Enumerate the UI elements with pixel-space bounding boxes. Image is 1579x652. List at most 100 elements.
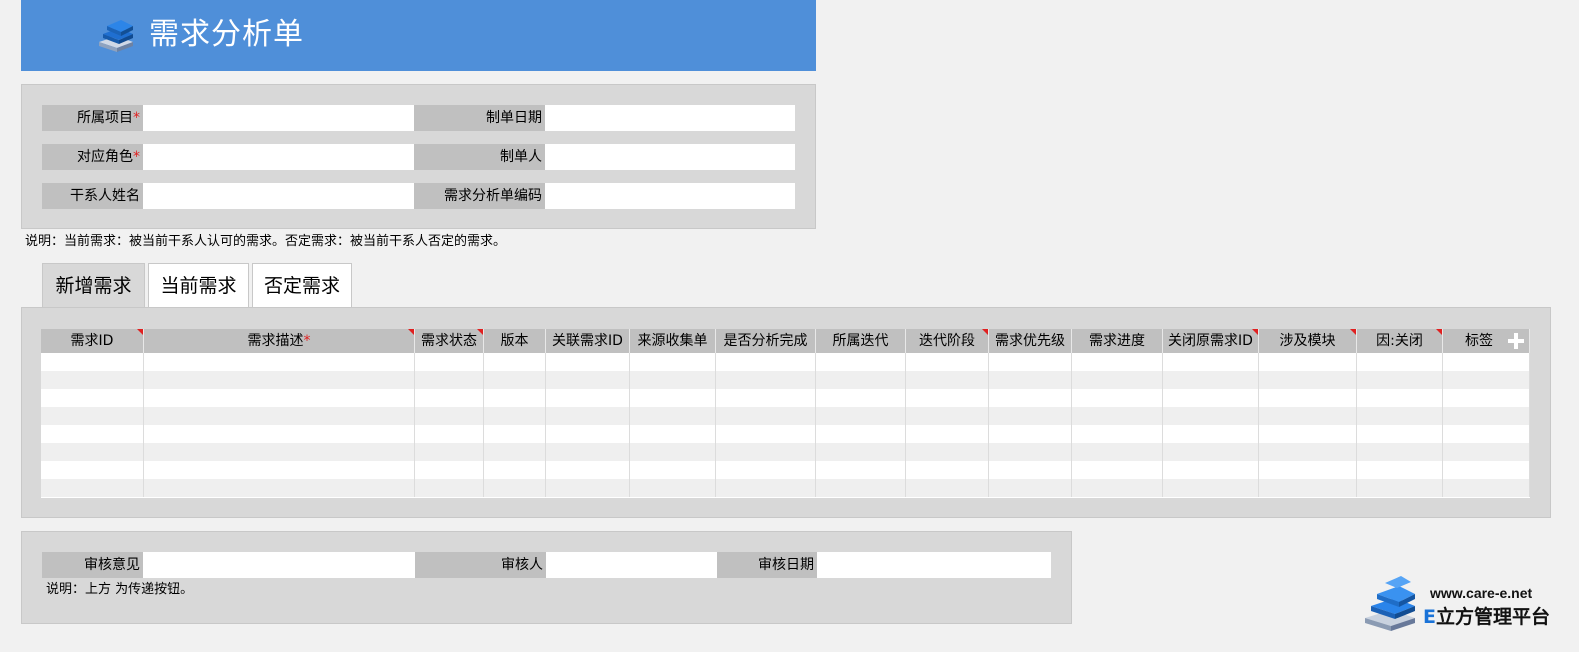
column-header[interactable]: 需求优先级 [989, 329, 1072, 353]
column-header[interactable]: 需求ID [41, 329, 144, 353]
table-cell[interactable] [41, 407, 144, 425]
table-cell[interactable] [1443, 389, 1530, 407]
table-cell[interactable] [906, 479, 989, 497]
table-cell[interactable] [484, 371, 546, 389]
table-cell[interactable] [1357, 425, 1443, 443]
table-cell[interactable] [41, 443, 144, 461]
table-cell[interactable] [41, 425, 144, 443]
table-cell[interactable] [546, 479, 630, 497]
table-cell[interactable] [1259, 407, 1357, 425]
table-cell[interactable] [41, 479, 144, 497]
column-header[interactable]: 标签 [1443, 329, 1530, 353]
table-cell[interactable] [546, 389, 630, 407]
table-cell[interactable] [906, 425, 989, 443]
code-input[interactable] [545, 183, 795, 209]
table-cell[interactable] [906, 407, 989, 425]
table-cell[interactable] [1072, 353, 1163, 371]
table-cell[interactable] [906, 443, 989, 461]
table-cell[interactable] [144, 389, 415, 407]
table-cell[interactable] [716, 407, 816, 425]
table-cell[interactable] [41, 389, 144, 407]
table-cell[interactable] [415, 425, 484, 443]
table-cell[interactable] [989, 425, 1072, 443]
table-cell[interactable] [1357, 407, 1443, 425]
review-opinion-input[interactable] [143, 552, 415, 578]
table-cell[interactable] [906, 389, 989, 407]
tab-current-requirements[interactable]: 当前需求 [148, 263, 249, 308]
table-cell[interactable] [415, 479, 484, 497]
table-cell[interactable] [716, 479, 816, 497]
table-cell[interactable] [1357, 371, 1443, 389]
table-cell[interactable] [1072, 461, 1163, 479]
table-cell[interactable] [816, 371, 906, 389]
table-cell[interactable] [630, 371, 716, 389]
table-cell[interactable] [1072, 371, 1163, 389]
table-cell[interactable] [989, 461, 1072, 479]
tab-rejected-requirements[interactable]: 否定需求 [252, 263, 352, 308]
table-cell[interactable] [144, 461, 415, 479]
table-cell[interactable] [144, 353, 415, 371]
table-cell[interactable] [816, 479, 906, 497]
table-cell[interactable] [1163, 461, 1259, 479]
table-cell[interactable] [484, 425, 546, 443]
review-date-input[interactable] [817, 552, 1051, 578]
column-header[interactable]: 需求进度 [1072, 329, 1163, 353]
table-cell[interactable] [1072, 407, 1163, 425]
table-cell[interactable] [630, 461, 716, 479]
table-cell[interactable] [1357, 353, 1443, 371]
table-cell[interactable] [1443, 407, 1530, 425]
table-cell[interactable] [1357, 461, 1443, 479]
table-cell[interactable] [144, 479, 415, 497]
table-cell[interactable] [716, 461, 816, 479]
table-cell[interactable] [1259, 461, 1357, 479]
table-cell[interactable] [989, 479, 1072, 497]
table-cell[interactable] [1443, 479, 1530, 497]
table-cell[interactable] [546, 461, 630, 479]
table-cell[interactable] [816, 443, 906, 461]
table-cell[interactable] [630, 443, 716, 461]
table-cell[interactable] [630, 425, 716, 443]
table-cell[interactable] [1163, 479, 1259, 497]
table-cell[interactable] [816, 389, 906, 407]
table-cell[interactable] [1357, 389, 1443, 407]
table-cell[interactable] [484, 389, 546, 407]
table-cell[interactable] [144, 425, 415, 443]
column-header[interactable]: 需求描述* [144, 329, 415, 353]
table-cell[interactable] [716, 443, 816, 461]
role-input[interactable] [143, 144, 414, 170]
table-cell[interactable] [415, 443, 484, 461]
table-cell[interactable] [716, 353, 816, 371]
table-cell[interactable] [546, 425, 630, 443]
creator-input[interactable] [545, 144, 795, 170]
column-header[interactable]: 版本 [484, 329, 546, 353]
table-cell[interactable] [484, 443, 546, 461]
table-cell[interactable] [1259, 389, 1357, 407]
table-cell[interactable] [1443, 425, 1530, 443]
table-cell[interactable] [1163, 353, 1259, 371]
table-cell[interactable] [906, 353, 989, 371]
table-cell[interactable] [1163, 425, 1259, 443]
column-header[interactable]: 关联需求ID [546, 329, 630, 353]
table-cell[interactable] [144, 443, 415, 461]
column-header[interactable]: 来源收集单 [630, 329, 716, 353]
column-header[interactable]: 关闭原需求ID [1163, 329, 1259, 353]
table-cell[interactable] [989, 389, 1072, 407]
table-cell[interactable] [41, 353, 144, 371]
table-cell[interactable] [1072, 443, 1163, 461]
column-header[interactable]: 涉及模块 [1259, 329, 1357, 353]
table-cell[interactable] [41, 461, 144, 479]
table-cell[interactable] [1443, 353, 1530, 371]
table-cell[interactable] [989, 407, 1072, 425]
table-cell[interactable] [716, 389, 816, 407]
table-cell[interactable] [989, 371, 1072, 389]
table-cell[interactable] [1259, 479, 1357, 497]
table-cell[interactable] [41, 371, 144, 389]
column-header[interactable]: 所属迭代 [816, 329, 906, 353]
table-cell[interactable] [1163, 407, 1259, 425]
table-cell[interactable] [716, 371, 816, 389]
table-cell[interactable] [1163, 371, 1259, 389]
table-cell[interactable] [484, 461, 546, 479]
table-cell[interactable] [1072, 479, 1163, 497]
table-cell[interactable] [546, 353, 630, 371]
table-cell[interactable] [484, 479, 546, 497]
